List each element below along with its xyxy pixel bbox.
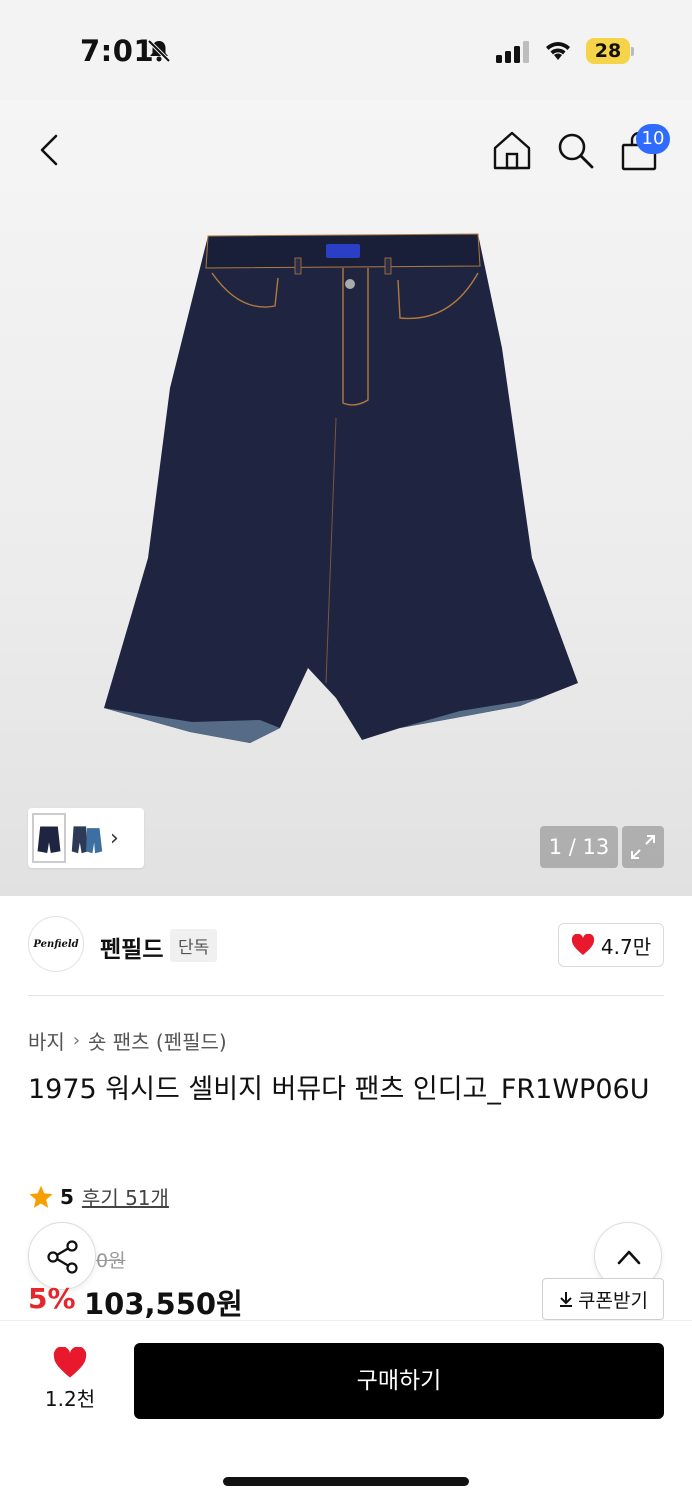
home-icon[interactable] — [492, 130, 532, 170]
signal-icon — [496, 41, 529, 63]
status-bar: 7:01 28 — [0, 0, 692, 100]
star-icon — [29, 1185, 53, 1208]
wish-count: 1.2천 — [44, 1387, 96, 1411]
divider — [28, 995, 664, 996]
coupon-button[interactable]: 쿠폰받기 — [542, 1278, 664, 1320]
wifi-icon — [546, 42, 570, 60]
share-button[interactable] — [28, 1222, 96, 1290]
thumbnail-image[interactable] — [32, 813, 66, 863]
review-link[interactable]: 후기 51개 — [82, 1182, 169, 1211]
sale-price: 103,550원 — [84, 1287, 243, 1321]
bottom-action-bar: 1.2천 구매하기 — [0, 1320, 692, 1500]
chevron-right-icon[interactable]: › — [110, 826, 119, 851]
brand-name[interactable]: 펜필드 — [100, 930, 163, 964]
battery-cap — [631, 47, 634, 56]
coupon-label: 쿠폰받기 — [578, 1289, 648, 1312]
wish-button[interactable]: 1.2천 — [30, 1347, 110, 1417]
heart-icon — [571, 934, 594, 955]
expand-icon — [631, 835, 655, 859]
image-page-counter: 1 / 13 — [540, 826, 618, 868]
brand-logo[interactable]: Penfield — [28, 916, 84, 972]
heart-icon — [53, 1347, 87, 1378]
search-icon[interactable] — [555, 130, 595, 170]
home-indicator — [223, 1477, 469, 1486]
brand-row: Penfield 펜필드 단독 4.7만 — [0, 896, 692, 996]
back-arrow-icon[interactable] — [30, 130, 70, 170]
discount-rate: 5% — [28, 1282, 76, 1315]
battery-indicator: 28 — [586, 38, 630, 64]
status-time: 7:01 — [80, 34, 155, 68]
product-title: 1975 워시드 셀비지 버뮤다 팬츠 인디고_FR1WP06U — [28, 1074, 650, 1105]
exclusive-badge: 단독 — [170, 929, 218, 962]
original-price: 0원 — [96, 1250, 126, 1272]
brand-like-count: 4.7만 — [600, 934, 652, 959]
product-image[interactable] — [100, 228, 600, 748]
product-gallery[interactable]: 10 › 1 / 13 — [0, 100, 692, 896]
brand-like-button[interactable]: 4.7만 — [558, 923, 664, 967]
rating-row: 5 후기 51개 — [28, 1182, 169, 1211]
chevron-up-icon — [617, 1250, 641, 1265]
chevron-right-icon: › — [72, 1030, 81, 1051]
cart-count-badge: 10 — [636, 124, 670, 154]
breadcrumb: 바지 › 숏 팬츠 (펜필드) — [28, 1026, 227, 1055]
rating-score: 5 — [60, 1184, 74, 1209]
thumbnail-image[interactable] — [70, 813, 104, 863]
thumbnail-strip[interactable]: › — [28, 808, 144, 868]
breadcrumb-subcategory[interactable]: 숏 팬츠 (펜필드) — [88, 1026, 227, 1055]
breadcrumb-category[interactable]: 바지 — [28, 1026, 65, 1055]
bell-slash-icon — [147, 39, 171, 63]
expand-button[interactable] — [622, 826, 664, 868]
download-icon — [560, 1292, 573, 1307]
share-icon — [47, 1240, 78, 1274]
buy-button[interactable]: 구매하기 — [134, 1343, 664, 1419]
